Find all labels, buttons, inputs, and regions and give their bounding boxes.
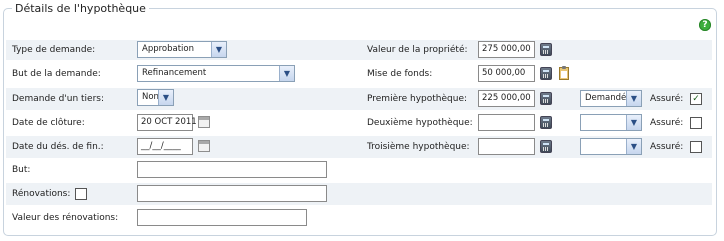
row-1: Type de demande: Approbation ▼ Valeur de… bbox=[6, 40, 712, 60]
renovations-input[interactable] bbox=[137, 185, 327, 202]
but-demande-label: But de la demande: bbox=[12, 69, 101, 79]
type-demande-value: Approbation bbox=[142, 44, 195, 54]
premiere-status-value: Demandé bbox=[585, 93, 627, 103]
deuxieme-assure-label: Assuré: bbox=[650, 118, 684, 128]
troisieme-hypotheque-label: Troisième hypothèque: bbox=[367, 142, 470, 152]
mise-de-fonds-label: Mise de fonds: bbox=[367, 69, 433, 79]
chevron-down-icon: ▼ bbox=[279, 66, 294, 81]
row-3: Demande d'un tiers: Non ▼ Première hypot… bbox=[6, 88, 712, 110]
demande-tiers-label: Demande d'un tiers: bbox=[12, 94, 105, 104]
row-5: Date du dés. de fin.: __/__/____ Troisiè… bbox=[6, 136, 712, 158]
but-input[interactable] bbox=[137, 161, 327, 178]
calculator-icon[interactable] bbox=[540, 140, 552, 153]
valeur-renovations-label: Valeur des rénovations: bbox=[12, 213, 119, 223]
deuxieme-status-select[interactable]: ▼ bbox=[580, 114, 642, 131]
troisieme-assure-checkbox[interactable] bbox=[690, 141, 702, 153]
deuxieme-assure-checkbox[interactable] bbox=[690, 117, 702, 129]
renovations-checkbox[interactable] bbox=[75, 188, 87, 200]
row-7: Rénovations: bbox=[6, 183, 712, 205]
calendar-icon[interactable] bbox=[198, 116, 210, 128]
premiere-hypotheque-label: Première hypothèque: bbox=[367, 94, 468, 104]
troisieme-hypotheque-input[interactable] bbox=[478, 138, 535, 155]
date-des-fin-label: Date du dés. de fin.: bbox=[12, 142, 104, 152]
date-des-fin-input[interactable]: __/__/____ bbox=[137, 138, 193, 155]
calculator-icon[interactable] bbox=[540, 43, 552, 56]
date-cloture-input[interactable]: 20 OCT 2011 bbox=[137, 114, 197, 131]
type-demande-label: Type de demande: bbox=[12, 45, 96, 55]
premiere-assure-label: Assuré: bbox=[650, 94, 684, 104]
premiere-hypotheque-input[interactable]: 225 000,00 bbox=[478, 90, 535, 107]
renovations-label: Rénovations: bbox=[12, 189, 71, 199]
row-6: But: bbox=[6, 160, 712, 180]
valeur-renovations-input[interactable] bbox=[137, 209, 307, 226]
premiere-status-select[interactable]: Demandé ▼ bbox=[580, 90, 642, 107]
row-8: Valeur des rénovations: bbox=[6, 207, 712, 229]
chevron-down-icon: ▼ bbox=[211, 42, 226, 57]
deuxieme-hypotheque-label: Deuxième hypothèque: bbox=[367, 118, 473, 128]
premiere-assure-checkbox[interactable]: ✓ bbox=[690, 93, 702, 105]
demande-tiers-select[interactable]: Non ▼ bbox=[137, 89, 174, 106]
troisieme-status-select[interactable]: ▼ bbox=[580, 138, 642, 155]
calculator-icon[interactable] bbox=[540, 92, 552, 105]
but-label: But: bbox=[12, 165, 31, 175]
mise-de-fonds-input[interactable]: 50 000,00 bbox=[478, 65, 535, 82]
but-demande-select[interactable]: Refinancement ▼ bbox=[137, 65, 295, 82]
calculator-icon[interactable] bbox=[540, 67, 552, 80]
calendar-icon[interactable] bbox=[198, 140, 210, 152]
troisieme-assure-label: Assuré: bbox=[650, 142, 684, 152]
calculator-icon[interactable] bbox=[540, 116, 552, 129]
chevron-down-icon: ▼ bbox=[158, 90, 173, 105]
demande-tiers-value: Non bbox=[142, 92, 159, 102]
but-demande-value: Refinancement bbox=[142, 68, 207, 78]
type-demande-select[interactable]: Approbation ▼ bbox=[137, 41, 227, 58]
chevron-down-icon: ▼ bbox=[626, 115, 641, 130]
section-title: Détails de l'hypothèque bbox=[12, 2, 149, 15]
chevron-down-icon: ▼ bbox=[626, 91, 641, 106]
question-icon[interactable]: ? bbox=[699, 19, 711, 31]
chevron-down-icon: ▼ bbox=[626, 139, 641, 154]
row-4: Date de clôture: 20 OCT 2011 Deuxième hy… bbox=[6, 113, 712, 133]
deuxieme-hypotheque-input[interactable] bbox=[478, 114, 535, 131]
date-cloture-label: Date de clôture: bbox=[12, 118, 85, 128]
valeur-propriete-input[interactable]: 275 000,00 bbox=[478, 41, 535, 58]
valeur-propriete-label: Valeur de la propriété: bbox=[367, 45, 468, 55]
row-2: But de la demande: Refinancement ▼ Mise … bbox=[6, 64, 712, 84]
clipboard-icon[interactable] bbox=[559, 66, 569, 80]
